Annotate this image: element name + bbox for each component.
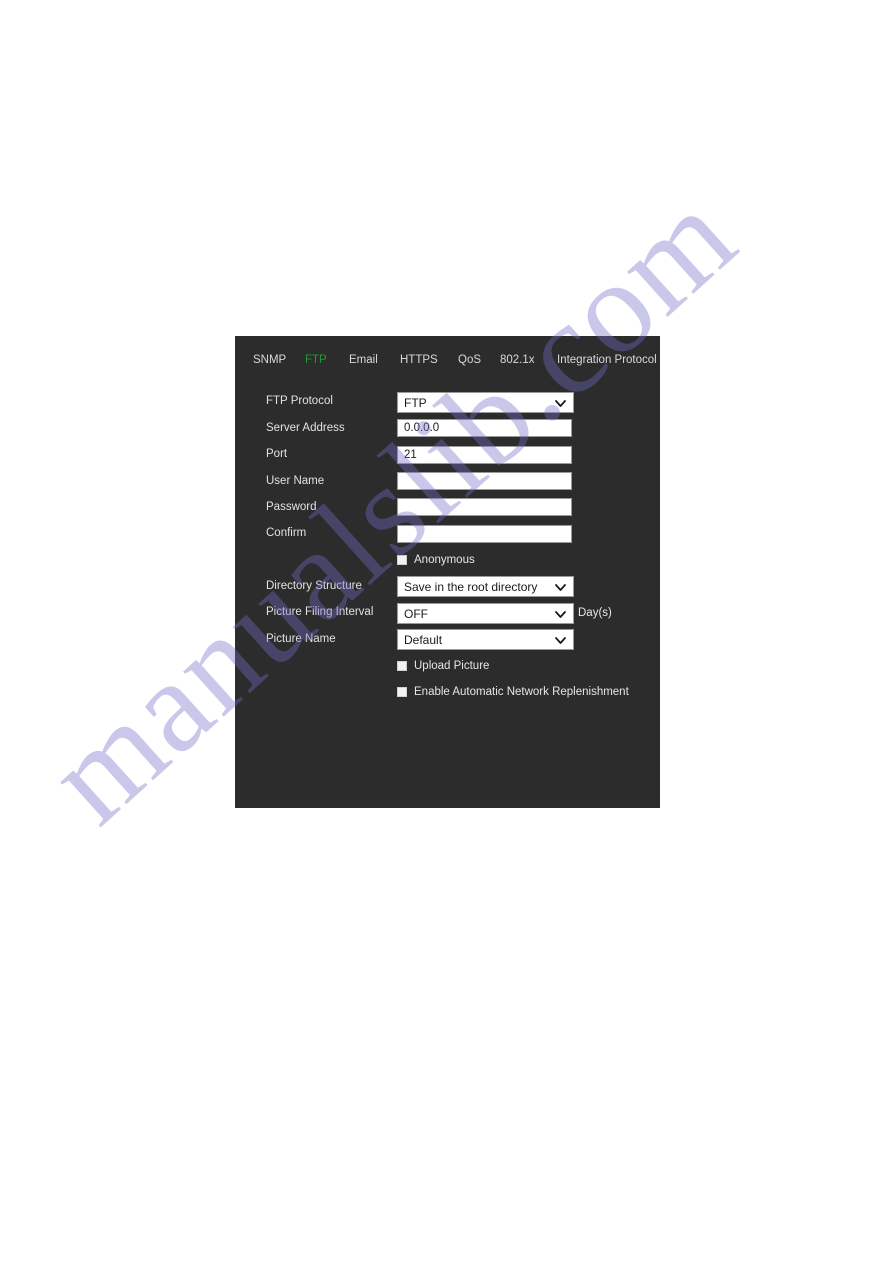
label-picture-name: Picture Name [266, 633, 336, 645]
input-port[interactable]: 21 [397, 446, 572, 464]
input-value-port: 21 [404, 449, 417, 461]
label-user-name: User Name [266, 475, 325, 487]
select-value-ftp-protocol: FTP [404, 396, 427, 410]
select-picture-name[interactable]: Default [397, 629, 574, 650]
label-port: Port [266, 448, 288, 460]
label-directory-structure: Directory Structure [266, 580, 362, 592]
checkbox-enable-automatic-network-replenishment[interactable] [397, 687, 407, 697]
tab-integration-protocol[interactable]: Integration Protocol [557, 353, 657, 367]
input-password[interactable] [397, 498, 572, 516]
checkbox-label-enable-automatic-network-replenishment: Enable Automatic Network Replenishment [414, 686, 629, 698]
checkbox-label-anonymous: Anonymous [414, 554, 475, 566]
tab-https[interactable]: HTTPS [400, 353, 438, 367]
network-configuration-panel: SNMP FTP Email HTTPS QoS 802.1x Integration Pr… [235, 336, 660, 808]
chevron-down-icon [555, 398, 566, 409]
select-directory-structure[interactable]: Save in the root directory [397, 576, 574, 597]
label-server-address: Server Address [266, 422, 345, 434]
suffix-picture-filing-interval: Day(s) [578, 607, 612, 619]
checkbox-anonymous[interactable] [397, 555, 407, 565]
chevron-down-icon [555, 609, 566, 620]
tab-802-1x[interactable]: 802.1x [500, 353, 535, 367]
select-value-picture-name: Default [404, 633, 443, 647]
chevron-down-icon [555, 582, 566, 593]
tab-qos[interactable]: QoS [458, 353, 481, 367]
label-confirm: Confirm [266, 527, 307, 539]
input-confirm[interactable] [397, 525, 572, 543]
label-password: Password [266, 501, 317, 513]
label-picture-filing-interval: Picture Filing Interval [266, 606, 374, 618]
tab-ftp[interactable]: FTP [305, 353, 327, 367]
tab-snmp[interactable]: SNMP [253, 353, 286, 367]
select-picture-filing-interval[interactable]: OFF [397, 603, 574, 624]
tab-email[interactable]: Email [349, 353, 378, 367]
input-value-server-address: 0.0.0.0 [404, 422, 440, 434]
label-ftp-protocol: FTP Protocol [266, 395, 333, 407]
select-ftp-protocol[interactable]: FTP [397, 392, 574, 413]
input-user-name[interactable] [397, 472, 572, 490]
select-value-picture-filing-interval: OFF [404, 607, 428, 621]
input-server-address[interactable]: 0.0.0.0 [397, 419, 572, 437]
checkbox-label-upload-picture: Upload Picture [414, 660, 490, 672]
select-value-directory-structure: Save in the root directory [404, 580, 538, 594]
chevron-down-icon [555, 635, 566, 646]
checkbox-upload-picture[interactable] [397, 661, 407, 671]
tab-bar: SNMP FTP Email HTTPS QoS 802.1x Integration Pr… [235, 336, 660, 372]
